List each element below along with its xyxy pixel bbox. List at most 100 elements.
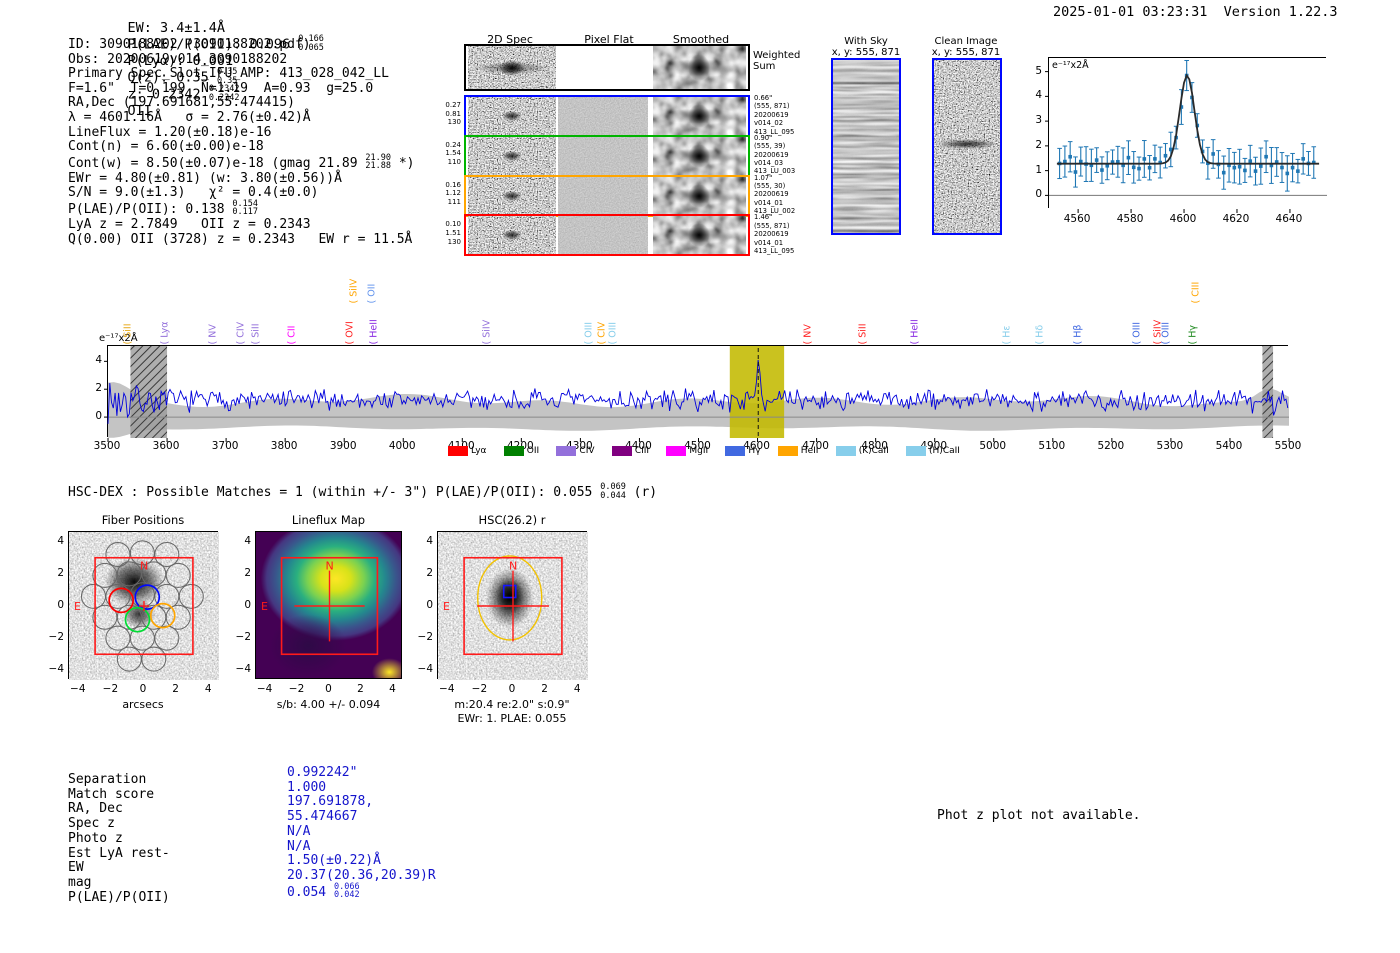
legend-label: CIII: [634, 446, 650, 456]
spectral-line-label: ( Hδ: [1034, 324, 1046, 344]
spectrum-xtick: 5300: [1156, 440, 1184, 452]
spectral-line-label: ( SiIV: [481, 319, 493, 344]
spectrum-xtick: 3900: [329, 440, 357, 452]
photz-note: Phot z plot not available.: [937, 808, 1141, 823]
svg-text:E: E: [74, 600, 81, 613]
zoom-plot-xtick: 4560: [1063, 213, 1091, 225]
cutout-row-left-labels: 0.10 1.51 130: [445, 220, 461, 246]
legend-item: (K)CaII: [835, 446, 889, 456]
cutout-row-right-labels: 1.07" (555, 30) 20200619 v014_01 413_LU_002: [754, 173, 796, 216]
zoom-plot-ytick: 4: [1035, 89, 1042, 102]
zoom-plot-ylabel: e⁻¹⁷x2Å: [1052, 60, 1089, 71]
fiber-xtick: 0: [139, 683, 147, 695]
match-table-labels: Separation Match score RA, Dec Spec z Photo …: [68, 772, 170, 905]
pixel-flat-image: [558, 97, 648, 135]
match-row-value: N/A: [287, 823, 311, 839]
cutout-row-right-labels: 0.66" (555, 871) 20200619 v014_02 413_LL_095: [754, 94, 795, 136]
zoom-plot-ytick: 5: [1035, 64, 1042, 77]
legend-item: CIII: [611, 446, 650, 456]
spectrum-xtick: 5400: [1215, 440, 1243, 452]
lineflux-xlabel: s/b: 4.00 +/- 0.094: [276, 698, 381, 711]
fiber-ytick: −4: [48, 663, 64, 676]
match-row-label: Spec z: [68, 816, 115, 832]
legend-label: MgII: [689, 446, 709, 456]
spectrum-canvas: [104, 346, 1290, 442]
match-row-label: mag: [68, 874, 92, 890]
lineflux-map-image: NE: [255, 531, 402, 679]
spectrum-legend: Lyα OII CIV CIII MgII Hγ HeII (K)CaII (H)CaII: [448, 446, 960, 456]
hsc-panel: NE: [437, 531, 588, 680]
spectrum-xtick: 5100: [1038, 440, 1066, 452]
fiber-ytick: 0: [57, 599, 64, 611]
clean-noise: [934, 60, 1000, 233]
info-line: Cont(w) = 8.50(±0.07)e-18 (gmag 21.89 21…: [68, 152, 415, 172]
fiber-positions-image: NE: [69, 532, 219, 680]
cutout-row-right-labels: 0.90" (555, 39) 20200619 v014_03 413_LU_003: [754, 133, 796, 176]
cutout-row-left-labels: 0.16 1.12 111: [445, 180, 461, 206]
cutout-row-right-labels: 1.46" (555, 871) 20200619 v014_01 413_LL_095: [754, 213, 795, 256]
spectral-line-label: ( OVI: [344, 320, 356, 344]
ew-value: EW: 3.4±1.4Å: [127, 20, 226, 36]
range-stack: 0.154 0.117: [232, 198, 258, 218]
spectrum-xtick: 3700: [211, 440, 239, 452]
spectral-line-label: ( CIV: [235, 321, 247, 344]
legend-label: CIV: [579, 446, 595, 456]
hsc-plae-range: 0.069 0.044: [600, 482, 626, 501]
match-table-values: 0.992242" 1.000 197.691878, 55.474667 N/A N/…: [287, 765, 436, 901]
sky-panel-title: Clean Image x, y: 555, 871: [931, 36, 1001, 58]
legend-item: OII: [503, 446, 539, 456]
spectral-line-label: ( HeII: [909, 318, 920, 344]
twod-spec-image: [468, 136, 556, 175]
range-stack: 21.90 21.88: [365, 152, 392, 172]
clean-image: [932, 58, 1002, 235]
hsc-dex-text: HSC-DEX : Possible Matches = 1 (within +…: [68, 485, 601, 500]
match-row-value: 0.992242": [287, 765, 358, 780]
match-row-label: Separation: [68, 772, 147, 787]
legend-label: (K)CaII: [858, 446, 889, 456]
fiber-xtick: −4: [70, 683, 86, 695]
fiber-xtick: 4: [204, 683, 212, 695]
hsc-xtick: 2: [541, 683, 548, 695]
twod-spec-image: [468, 216, 556, 255]
legend-swatch: [666, 446, 687, 456]
smoothed-image: [653, 216, 746, 255]
match-row-label: P(LAE)/P(OII): [68, 889, 170, 905]
match-row-value: N/A: [287, 838, 311, 854]
match-row-label: Match score: [68, 786, 155, 802]
spectral-line-label: ( OIII: [607, 321, 619, 344]
legend-swatch: [448, 446, 468, 456]
twod-spec-image: [468, 176, 556, 215]
spectrum-ytick: 2: [95, 381, 102, 394]
lineflux-ytick: 4: [244, 534, 251, 547]
spectral-line-label: ( OIII: [583, 321, 595, 344]
info-line: RA,Dec (197.691681,55.474415): [68, 95, 295, 111]
zoom-plot-ytick: 0: [1035, 188, 1042, 201]
hsc-cutout-image: NE: [438, 532, 588, 680]
cutout-row-left-labels: 0.24 1.54 110: [445, 140, 461, 166]
info-line: Obs: 20200619v014_3090188202: [68, 51, 288, 67]
spectral-line-label: ( SiII: [857, 323, 869, 344]
smoothed-image: [653, 136, 746, 175]
lineflux-xtick: 4: [389, 683, 396, 695]
zoom-plot-xtick: 4620: [1222, 213, 1250, 225]
match-row-value: 1.50(±0.22)Å: [287, 853, 381, 869]
spectral-line-label: ( SiIV: [348, 278, 360, 303]
info-line: LineFlux = 1.20(±0.18)e-16: [68, 124, 272, 140]
legend-swatch: [611, 446, 632, 456]
hsc-panel-title: HSC(26.2) r: [478, 513, 546, 527]
legend-swatch: [777, 446, 798, 456]
spectral-line-label: ( OIII: [1131, 321, 1143, 344]
spectral-line-label: ( Hε: [1001, 324, 1013, 344]
info-line: LyA z = 2.7849 OII z = 0.2343: [68, 216, 311, 232]
lineflux-ytick: 2: [244, 566, 251, 579]
hsc-xlabel: m:20.4 re:2.0" s:0.9": [454, 698, 570, 711]
info-line: λ = 4601.16Å σ = 2.76(±0.42)Å: [68, 109, 311, 125]
spectrum-xtick: 3800: [270, 440, 298, 452]
spectrum-xtick: 5500: [1274, 440, 1302, 452]
smoothed-image: [653, 97, 746, 135]
zoom-plot-xtick: 4600: [1169, 213, 1197, 225]
spectral-line-label: ( SiII: [122, 323, 134, 344]
lineflux-ytick: −4: [235, 663, 251, 676]
zoom-plot-xtick: 4640: [1275, 213, 1303, 225]
fiber-panel: NE: [68, 531, 219, 680]
